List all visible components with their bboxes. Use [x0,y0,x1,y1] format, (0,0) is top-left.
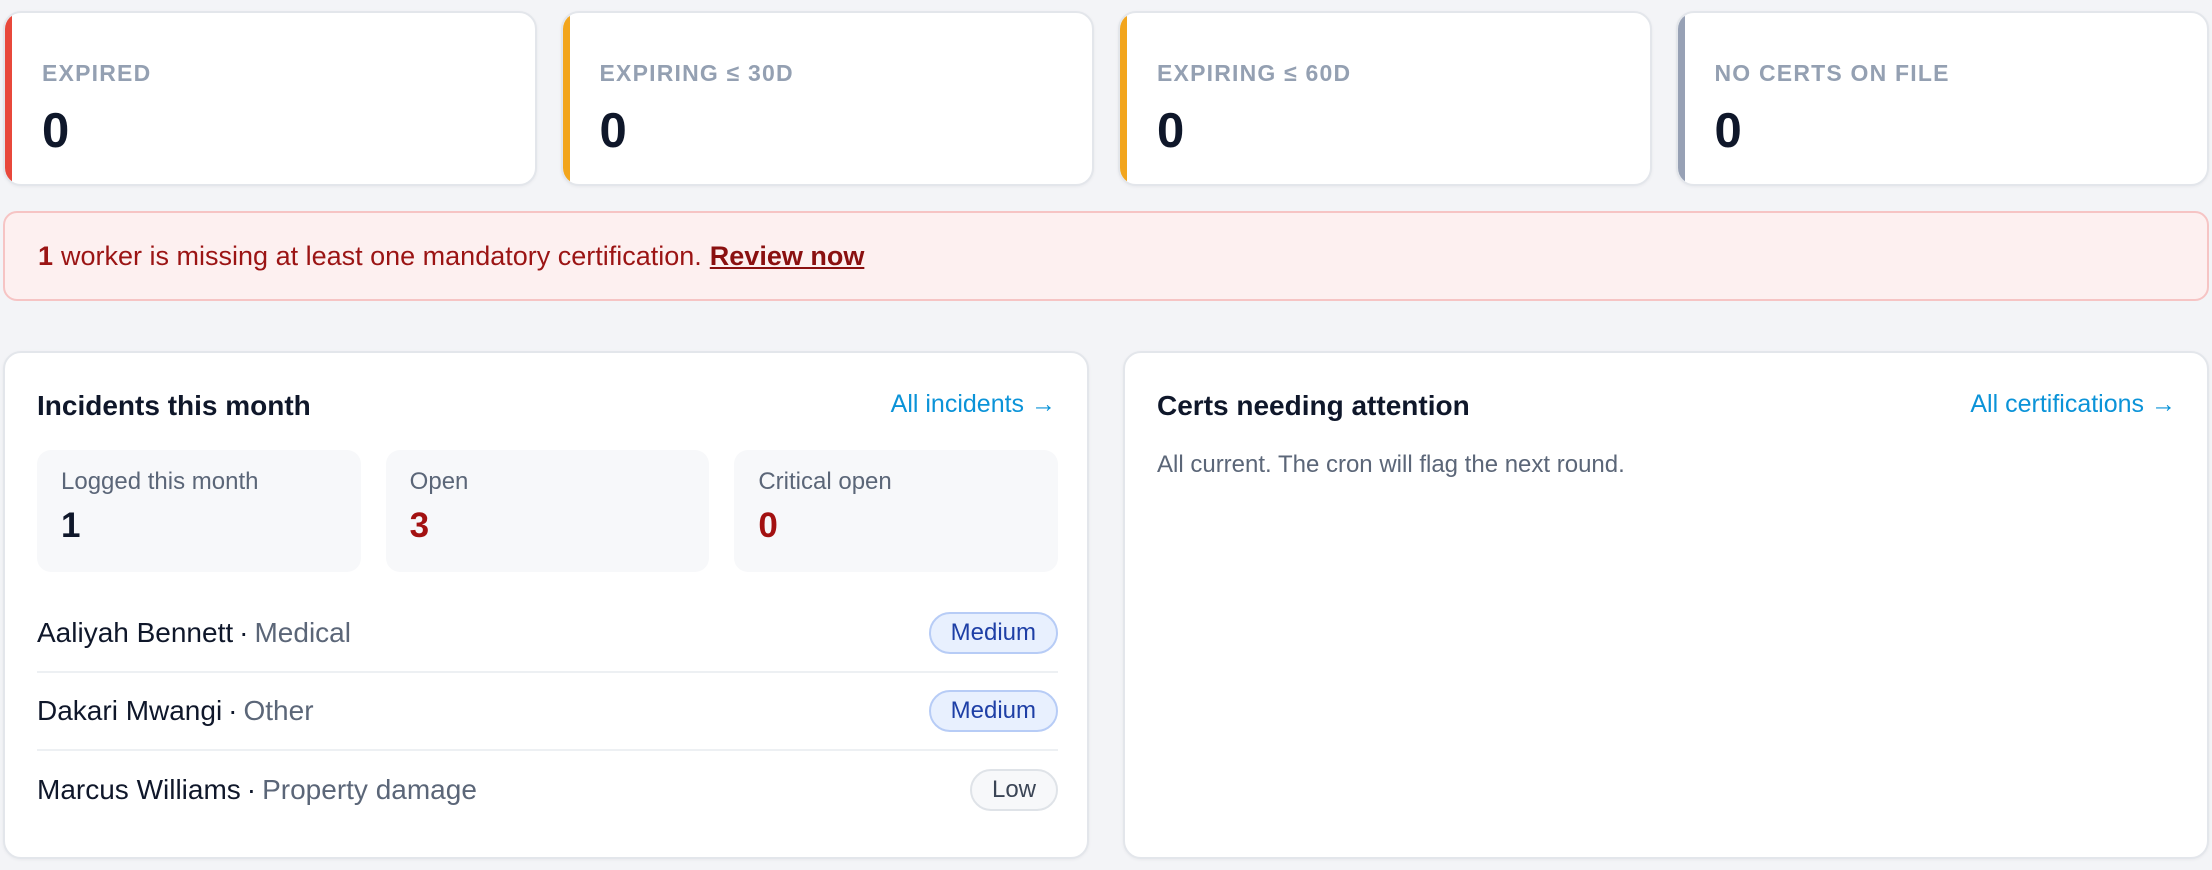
incident-separator: · [239,617,249,648]
certs-empty-message: All current. The cron will flag the next… [1157,451,1625,478]
incidents-panel-title: Incidents this month [37,390,311,421]
metric-logged-this-month: Logged this month 1 [37,450,361,572]
stat-value: 0 [1714,104,1742,158]
incident-worker-name: Aaliyah Bennett [37,617,234,648]
stat-card-expiring-60d: EXPIRING ≤ 60D 0 [1118,11,1652,186]
incident-type: Medical [254,617,351,648]
incident-type: Other [243,695,314,726]
stat-label: EXPIRING ≤ 60D [1157,60,1352,86]
metric-critical-open: Critical open 0 [734,450,1059,572]
incident-metrics: Logged this month 1 Open 3 Critical open… [37,450,1059,572]
incident-worker-name: Marcus Williams [37,774,241,805]
stat-label: NO CERTS ON FILE [1714,60,1950,86]
metric-open: Open 3 [385,450,710,572]
all-incidents-link[interactable]: All incidents → [891,390,1056,419]
incident-summary: Aaliyah Bennett · Medical [37,617,351,649]
incident-separator: · [228,695,238,726]
incident-summary: Dakari Mwangi · Other [37,695,314,727]
metric-label: Open [409,468,469,495]
severity-badge: Medium [928,612,1058,654]
stat-value: 0 [599,104,627,158]
incident-summary: Marcus Williams · Property damage [37,774,477,806]
alert-count: 1 [38,240,54,271]
list-item[interactable]: Aaliyah Bennett · Medical Medium [37,595,1058,673]
metric-value: 0 [758,506,778,545]
incident-list: Aaliyah Bennett · Medical Medium Dakari Mw… [37,595,1058,829]
stat-value: 0 [1157,104,1185,158]
all-certifications-link[interactable]: All certifications → [1970,390,2176,419]
alert-message: worker is missing at least one mandatory… [61,240,702,271]
metric-value: 3 [409,506,430,545]
metric-value: 1 [61,506,81,545]
list-item[interactable]: Dakari Mwangi · Other Medium [37,673,1058,751]
stat-cards: EXPIRED 0 EXPIRING ≤ 30D 0 EXPIRING ≤ 60… [3,11,2209,186]
stat-label: EXPIRING ≤ 30D [599,60,794,86]
severity-badge: Low [969,769,1058,811]
certs-panel: Certs needing attention All certificatio… [1123,351,2209,859]
missing-certification-alert: 1 worker is missing at least one mandato… [3,211,2209,301]
metric-label: Critical open [758,468,892,495]
incidents-panel: Incidents this month All incidents → Log… [3,351,1089,859]
stat-card-no-certs: NO CERTS ON FILE 0 [1675,11,2209,186]
stat-value: 0 [42,104,70,158]
metric-label: Logged this month [61,468,259,495]
certs-panel-title: Certs needing attention [1157,390,1470,421]
stat-label: EXPIRED [42,60,152,86]
incident-type: Property damage [262,774,477,805]
stat-card-expired: EXPIRED 0 [3,11,537,186]
incident-worker-name: Dakari Mwangi [37,695,223,726]
incident-separator: · [246,774,257,805]
severity-badge: Medium [928,690,1058,732]
review-now-link[interactable]: Review now [710,241,865,272]
stat-card-expiring-30d: EXPIRING ≤ 30D 0 [560,11,1094,186]
list-item[interactable]: Marcus Williams · Property damage Low [37,751,1058,829]
